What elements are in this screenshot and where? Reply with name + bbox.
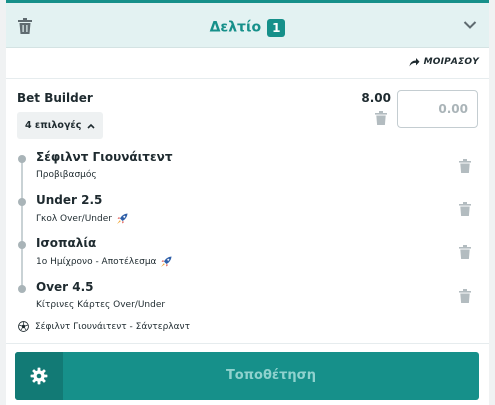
selection-market: 1ο Ημίχρονο - Αποτέλεσμα <box>36 256 172 268</box>
trash-icon[interactable] <box>375 111 387 125</box>
place-bet-button[interactable]: Τοποθέτηση <box>63 352 479 400</box>
selection-name: Σέφιλντ Γιουνάιτεντ <box>36 150 173 164</box>
share-arrow-icon <box>409 58 420 67</box>
selection-name: Over 4.5 <box>36 280 94 294</box>
selection-item: Ισοπαλία 1ο Ημίχρονο - Αποτέλεσμα <box>6 236 489 279</box>
selections-toggle[interactable]: 4 επιλογές <box>17 112 104 139</box>
timeline-dot <box>18 241 26 249</box>
trash-icon[interactable] <box>459 289 471 303</box>
selection-market-label: Γκολ Over/Under <box>36 214 112 224</box>
divider <box>6 343 489 344</box>
settings-button[interactable] <box>15 352 63 400</box>
selection-name: Ισοπαλία <box>36 236 97 250</box>
soccer-ball-icon <box>18 321 29 332</box>
event-row: Σέφιλντ Γιουνάιτεντ - Σάντερλαντ <box>18 321 190 332</box>
share-button[interactable]: ΜΟΙΡΑΣΟΥ <box>409 57 479 67</box>
stake-input[interactable] <box>397 90 478 128</box>
trash-icon[interactable] <box>459 202 471 216</box>
timeline-dot <box>18 198 26 206</box>
selection-item: Σέφιλντ Γιουνάιτεντ Προβιβασμός <box>6 150 489 193</box>
share-label: ΜΟΙΡΑΣΟΥ <box>423 57 479 67</box>
selection-market: Γκολ Over/Under <box>36 213 128 225</box>
selection-count-badge: 1 <box>267 18 286 37</box>
selection-item: Under 2.5 Γκολ Over/Under <box>6 193 489 236</box>
event-label: Σέφιλντ Γιουνάιτεντ - Σάντερλαντ <box>35 321 190 332</box>
trash-icon[interactable] <box>459 159 471 173</box>
header-center: Δελτίο 1 <box>6 17 489 37</box>
trash-icon[interactable] <box>459 245 471 259</box>
chevron-up-icon <box>87 123 95 129</box>
betslip-panel: Δελτίο 1 ΜΟΙΡΑΣΟΥ Bet Builder 8.00 4 επιλ… <box>6 0 489 405</box>
divider <box>6 78 489 79</box>
total-odds: 8.00 <box>361 91 391 105</box>
selection-market-label: 1ο Ημίχρονο - Αποτέλεσμα <box>36 257 157 267</box>
selection-market: Κίτρινες Κάρτες Over/Under <box>36 300 165 310</box>
selection-market: Προβιβασμός <box>36 170 97 180</box>
rocket-icon <box>161 256 172 267</box>
selection-name: Under 2.5 <box>36 193 103 207</box>
timeline-dot <box>18 285 26 293</box>
selection-market-label: Κίτρινες Κάρτες Over/Under <box>36 300 166 310</box>
gear-icon <box>30 367 48 385</box>
place-bet-bar: Τοποθέτηση <box>15 352 479 400</box>
bet-type-title: Bet Builder <box>17 91 93 105</box>
timeline-dot <box>18 155 26 163</box>
chevron-down-icon[interactable] <box>463 20 477 30</box>
selection-item: Over 4.5 Κίτρινες Κάρτες Over/Under <box>6 280 489 323</box>
selections-count-label: 4 επιλογές <box>25 120 82 131</box>
betslip-title: Δελτίο <box>209 19 262 36</box>
selection-market-label: Προβιβασμός <box>36 170 97 180</box>
betslip-header[interactable]: Δελτίο 1 <box>6 0 489 48</box>
rocket-icon <box>116 213 128 224</box>
